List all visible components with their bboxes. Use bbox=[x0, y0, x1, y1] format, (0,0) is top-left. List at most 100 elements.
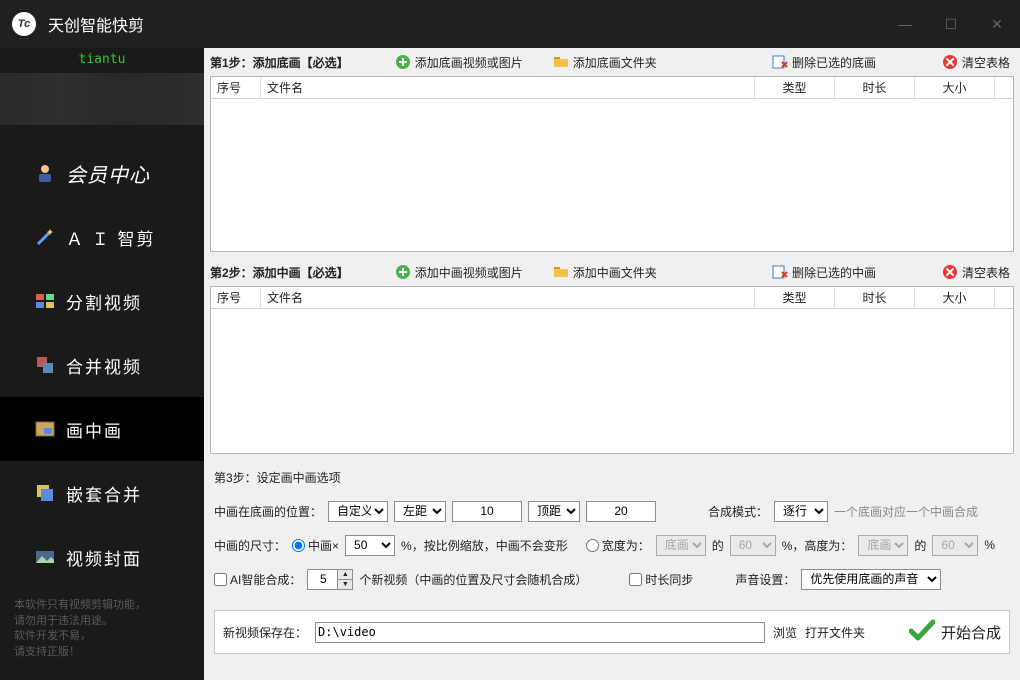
top-input[interactable] bbox=[586, 501, 656, 522]
username-label: tiantu bbox=[0, 52, 204, 67]
app-title: 天创智能快剪 bbox=[48, 12, 144, 36]
step1-add-folder-button[interactable]: 添加底画文件夹 bbox=[549, 52, 661, 72]
sidebar-item-ai[interactable]: Ａ Ｉ 智剪 bbox=[0, 205, 204, 269]
step2-add-folder-button[interactable]: 添加中画文件夹 bbox=[549, 262, 661, 282]
minimize-button[interactable]: — bbox=[882, 9, 928, 39]
btn-label: 开始合成 bbox=[941, 622, 1001, 643]
wh-width-base-select[interactable]: 底画 bbox=[656, 535, 706, 556]
plus-icon bbox=[395, 264, 411, 280]
step1-table[interactable]: 序号 文件名 类型 时长 大小 bbox=[210, 76, 1014, 252]
close-button[interactable]: ✕ bbox=[974, 9, 1020, 39]
save-path-input[interactable] bbox=[315, 622, 765, 643]
step1-add-media-button[interactable]: 添加底画视频或图片 bbox=[391, 52, 527, 72]
mode-hint: 一个底画对应一个中画合成 bbox=[834, 503, 978, 520]
sidebar-label: 嵌套合并 bbox=[66, 481, 142, 506]
disclaimer-text: 本软件只有视频剪辑功能， 请勿用于违法用途。 软件开发不易， 请支持正版！ bbox=[14, 598, 146, 660]
titlebar: Tc 天创智能快剪 — ☐ ✕ bbox=[0, 0, 1020, 48]
wh-height-base-select[interactable]: 底画 bbox=[858, 535, 908, 556]
step1-header: 第1步：添加底画【必选】 添加底画视频或图片 添加底画文件夹 删除已选的底画 bbox=[204, 48, 1020, 76]
th-spacer bbox=[995, 77, 1013, 98]
step3-label: 第3步：设定画中画选项 bbox=[214, 469, 341, 486]
app-logo-icon: Tc bbox=[12, 12, 36, 36]
ai-count-input[interactable] bbox=[308, 570, 338, 589]
size-wh-radio[interactable]: 宽度为： bbox=[586, 537, 650, 554]
btn-label: 添加底画视频或图片 bbox=[415, 54, 523, 71]
clear-icon bbox=[942, 54, 958, 70]
main-panel: 第1步：添加底画【必选】 添加底画视频或图片 添加底画文件夹 删除已选的底画 bbox=[204, 48, 1020, 680]
sidebar-item-pip[interactable]: 画中画 bbox=[0, 397, 204, 461]
mode-label: 合成模式： bbox=[708, 503, 768, 520]
sync-duration-checkbox[interactable]: 时长同步 bbox=[629, 571, 693, 588]
btn-label: 添加中画视频或图片 bbox=[415, 264, 523, 281]
maximize-button[interactable]: ☐ bbox=[928, 9, 974, 39]
th-index[interactable]: 序号 bbox=[211, 77, 261, 98]
th-size[interactable]: 大小 bbox=[915, 77, 995, 98]
start-compose-button[interactable]: 开始合成 bbox=[909, 619, 1001, 645]
size-scale-radio[interactable]: 中画× bbox=[292, 537, 339, 554]
bottom-bar: 新视频保存在： 浏览 打开文件夹 开始合成 bbox=[214, 610, 1010, 654]
btn-label: 清空表格 bbox=[962, 264, 1010, 281]
sidebar-item-cover[interactable]: 视频封面 bbox=[0, 525, 204, 589]
merge-icon bbox=[34, 354, 56, 376]
sidebar-item-merge[interactable]: 合并视频 bbox=[0, 333, 204, 397]
th-filename[interactable]: 文件名 bbox=[261, 287, 755, 308]
step2-add-media-button[interactable]: 添加中画视频或图片 bbox=[391, 262, 527, 282]
ai-compose-checkbox[interactable]: AI智能合成： bbox=[214, 571, 301, 588]
plus-icon bbox=[395, 54, 411, 70]
user-info-blur bbox=[0, 73, 204, 125]
th-spacer bbox=[995, 287, 1013, 308]
step1-clear-button[interactable]: 清空表格 bbox=[938, 52, 1014, 72]
ai-count-spinner[interactable]: ▲▼ bbox=[307, 569, 353, 590]
spin-down-icon[interactable]: ▼ bbox=[338, 580, 352, 589]
delete-icon bbox=[772, 54, 788, 70]
wand-icon bbox=[34, 226, 56, 248]
size-label: 中画的尺寸： bbox=[214, 537, 286, 554]
step2-delete-button[interactable]: 删除已选的中画 bbox=[768, 262, 880, 282]
btn-label: 清空表格 bbox=[962, 54, 1010, 71]
th-index[interactable]: 序号 bbox=[211, 287, 261, 308]
step2-clear-button[interactable]: 清空表格 bbox=[938, 262, 1014, 282]
sidebar-item-nest[interactable]: 嵌套合并 bbox=[0, 461, 204, 525]
sidebar-item-split[interactable]: 分割视频 bbox=[0, 269, 204, 333]
sidebar-label: 分割视频 bbox=[66, 289, 142, 314]
th-type[interactable]: 类型 bbox=[755, 287, 835, 308]
vip-icon bbox=[34, 162, 56, 184]
step2-table[interactable]: 序号 文件名 类型 时长 大小 bbox=[210, 286, 1014, 454]
nest-icon bbox=[34, 482, 56, 504]
step2-header: 第2步：添加中画【必选】 添加中画视频或图片 添加中画文件夹 删除已选的中画 bbox=[204, 258, 1020, 286]
folder-icon bbox=[553, 264, 569, 280]
sidebar-item-vip[interactable]: 会员中心 bbox=[0, 141, 204, 205]
sidebar-label: Ａ Ｉ 智剪 bbox=[66, 225, 155, 250]
pos-label: 中画在底画的位置： bbox=[214, 503, 322, 520]
open-folder-button[interactable]: 打开文件夹 bbox=[805, 624, 865, 641]
step1-delete-button[interactable]: 删除已选的底画 bbox=[768, 52, 880, 72]
th-size[interactable]: 大小 bbox=[915, 287, 995, 308]
clear-icon bbox=[942, 264, 958, 280]
btn-label: 删除已选的底画 bbox=[792, 54, 876, 71]
sidebar-label: 合并视频 bbox=[66, 353, 142, 378]
mode-select[interactable]: 逐行 bbox=[774, 501, 828, 522]
audio-label: 声音设置： bbox=[735, 571, 795, 588]
wh-height-select[interactable]: 60 bbox=[932, 535, 978, 556]
th-duration[interactable]: 时长 bbox=[835, 287, 915, 308]
sidebar: tiantu 会员中心 Ａ Ｉ 智剪 分割视频 合并视频 bbox=[0, 48, 204, 680]
sidebar-label: 画中画 bbox=[66, 417, 123, 442]
th-filename[interactable]: 文件名 bbox=[261, 77, 755, 98]
btn-label: 添加底画文件夹 bbox=[573, 54, 657, 71]
left-input[interactable] bbox=[452, 501, 522, 522]
audio-select[interactable]: 优先使用底画的声音 bbox=[801, 569, 941, 590]
spin-up-icon[interactable]: ▲ bbox=[338, 570, 352, 580]
cover-icon bbox=[34, 546, 56, 568]
sidebar-label: 会员中心 bbox=[66, 159, 150, 188]
browse-button[interactable]: 浏览 bbox=[773, 624, 797, 641]
check-icon bbox=[909, 619, 935, 645]
th-duration[interactable]: 时长 bbox=[835, 77, 915, 98]
scale-suffix: %，按比例缩放，中画不会变形 bbox=[401, 537, 568, 554]
top-select[interactable]: 顶距 bbox=[528, 501, 580, 522]
scale-select[interactable]: 50 bbox=[345, 535, 395, 556]
th-type[interactable]: 类型 bbox=[755, 77, 835, 98]
wh-width-select[interactable]: 60 bbox=[730, 535, 776, 556]
left-select[interactable]: 左距 bbox=[394, 501, 446, 522]
step1-label: 第1步：添加底画【必选】 bbox=[210, 54, 349, 71]
pos-mode-select[interactable]: 自定义 bbox=[328, 501, 388, 522]
